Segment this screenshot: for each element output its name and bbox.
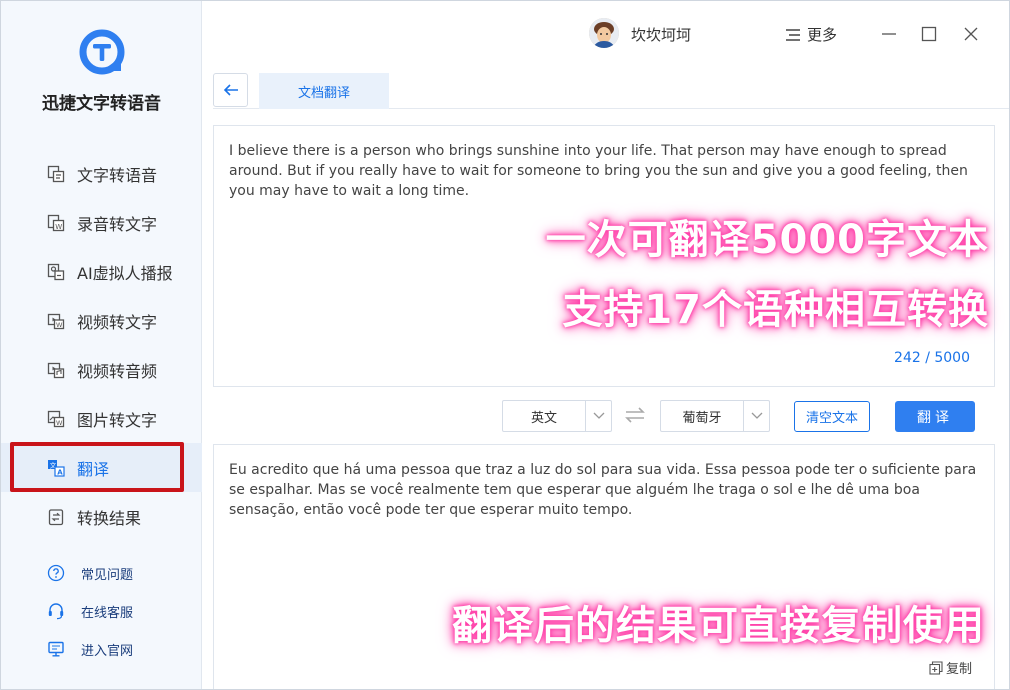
sidebar-item-label: 视频转音频 bbox=[77, 361, 158, 381]
clear-text-button[interactable]: 清空文本 bbox=[794, 401, 870, 432]
svg-text:W: W bbox=[55, 223, 62, 231]
sidebar-item-translate[interactable]: 文A 翻译 bbox=[1, 443, 202, 492]
target-language-value: 葡萄牙 bbox=[682, 410, 722, 426]
support-link[interactable]: 在线客服 bbox=[1, 592, 202, 630]
sidebar-item-label: 视频转文字 bbox=[77, 312, 158, 332]
more-menu-button[interactable]: 更多 bbox=[785, 24, 837, 45]
promo-line-2: 支持17个语种相互转换 bbox=[562, 287, 989, 333]
more-label: 更多 bbox=[807, 26, 838, 44]
sidebar-item-image-to-text[interactable]: W 图片转文字 bbox=[1, 394, 202, 443]
output-text[interactable]: Eu acredito que há uma pessoa que traz a… bbox=[229, 460, 984, 520]
title-bar: 坎坎坷坷 更多 bbox=[202, 1, 1009, 67]
video-to-text-icon: W bbox=[47, 312, 65, 330]
audio-to-text-icon: W bbox=[47, 214, 65, 232]
menu-icon bbox=[786, 28, 800, 41]
target-language-select[interactable]: 葡萄牙 bbox=[660, 400, 770, 432]
svg-text:W: W bbox=[56, 419, 63, 427]
website-link[interactable]: 进入官网 bbox=[1, 630, 202, 668]
tab-document-translate[interactable]: 文档翻译 bbox=[259, 73, 389, 109]
app-logo-icon bbox=[79, 29, 125, 75]
close-icon[interactable] bbox=[962, 25, 980, 43]
headset-icon bbox=[47, 602, 65, 620]
sidebar-item-label: 转换结果 bbox=[77, 508, 142, 528]
sidebar-nav: 文字转语音 W 录音转文字 AI虚拟人播报 W 视频转文字 视频转音频 W 图片… bbox=[1, 149, 202, 541]
results-icon bbox=[47, 508, 65, 526]
app-window: 迅捷文字转语音 文字转语音 W 录音转文字 AI虚拟人播报 W 视频转文字 视频… bbox=[0, 0, 1010, 690]
monitor-icon bbox=[47, 640, 65, 658]
sidebar-links: 常见问题 在线客服 进入官网 bbox=[1, 554, 202, 668]
copy-button[interactable]: 复制 bbox=[929, 658, 972, 677]
sidebar-item-label: 图片转文字 bbox=[77, 410, 158, 430]
username[interactable]: 坎坎坷坷 bbox=[631, 24, 691, 45]
sidebar-item-audio-to-text[interactable]: W 录音转文字 bbox=[1, 198, 202, 247]
copy-label: 复制 bbox=[946, 662, 973, 677]
svg-text:A: A bbox=[57, 468, 63, 476]
sidebar-item-text-to-speech[interactable]: 文字转语音 bbox=[1, 149, 202, 198]
sidebar-item-label: AI虚拟人播报 bbox=[77, 263, 173, 283]
chevron-down-icon bbox=[743, 401, 769, 431]
sidebar-item-label: 翻译 bbox=[77, 459, 110, 479]
question-icon bbox=[47, 564, 65, 582]
chevron-down-icon bbox=[585, 401, 611, 431]
website-link-label: 进入官网 bbox=[81, 643, 134, 659]
faq-link-label: 常见问题 bbox=[81, 567, 134, 583]
translate-button[interactable]: 翻译 bbox=[895, 401, 975, 432]
text-to-speech-icon bbox=[47, 165, 65, 183]
output-text-area[interactable]: Eu acredito que há uma pessoa que traz a… bbox=[213, 444, 995, 689]
translate-icon: 文A bbox=[47, 459, 65, 477]
sidebar-item-video-to-text[interactable]: W 视频转文字 bbox=[1, 296, 202, 345]
sidebar-item-video-to-audio[interactable]: 视频转音频 bbox=[1, 345, 202, 394]
sidebar-item-label: 文字转语音 bbox=[77, 165, 158, 185]
avatar[interactable] bbox=[589, 18, 619, 48]
svg-text:W: W bbox=[56, 321, 63, 329]
back-button[interactable] bbox=[213, 73, 248, 107]
source-text[interactable]: I believe there is a person who brings s… bbox=[229, 141, 984, 201]
copy-icon bbox=[929, 660, 943, 675]
source-language-value: 英文 bbox=[530, 410, 557, 426]
source-language-select[interactable]: 英文 bbox=[502, 400, 612, 432]
promo-line-3: 翻译后的结果可直接复制使用 bbox=[452, 603, 985, 649]
char-counter: 242 / 5000 bbox=[894, 350, 970, 366]
swap-languages-icon[interactable] bbox=[623, 405, 647, 425]
translate-controls: 英文 葡萄牙 清空文本 翻译 bbox=[213, 398, 995, 434]
support-link-label: 在线客服 bbox=[81, 605, 134, 621]
image-to-text-icon: W bbox=[47, 410, 65, 428]
arrow-left-icon bbox=[223, 84, 238, 96]
sidebar-item-results[interactable]: 转换结果 bbox=[1, 492, 202, 541]
promo-line-1: 一次可翻译5000字文本 bbox=[545, 217, 989, 263]
virtual-anchor-icon bbox=[47, 263, 65, 281]
app-name: 迅捷文字转语音 bbox=[42, 94, 161, 114]
maximize-icon[interactable] bbox=[920, 25, 938, 43]
sidebar-item-label: 录音转文字 bbox=[77, 214, 158, 234]
sidebar-item-virtual-anchor[interactable]: AI虚拟人播报 bbox=[1, 247, 202, 296]
minimize-icon[interactable] bbox=[880, 25, 898, 43]
sidebar: 迅捷文字转语音 文字转语音 W 录音转文字 AI虚拟人播报 W 视频转文字 视频… bbox=[1, 1, 202, 689]
tab-bar: 文档翻译 bbox=[213, 73, 1009, 109]
faq-link[interactable]: 常见问题 bbox=[1, 554, 202, 592]
video-to-audio-icon bbox=[47, 361, 65, 379]
